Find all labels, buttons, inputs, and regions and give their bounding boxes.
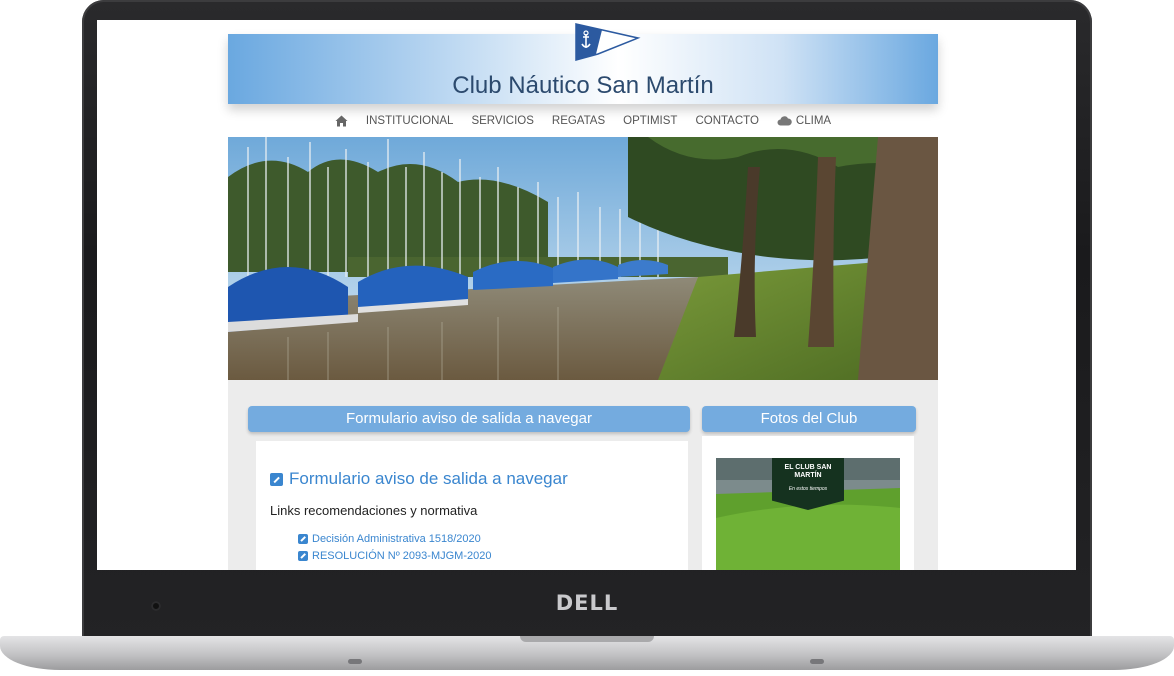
photo-banner-title: EL CLUB SAN MARTÍN bbox=[784, 464, 832, 479]
cloud-icon bbox=[777, 116, 792, 126]
laptop-hinge-notch bbox=[520, 636, 654, 642]
laptop-screen: Club Náutico San Martín INSTITUCIONAL SE… bbox=[97, 20, 1076, 570]
nav-clima[interactable]: CLIMA bbox=[777, 115, 831, 127]
links-title: Links recomendaciones y normativa bbox=[270, 503, 478, 518]
form-panel-header: Formulario aviso de salida a navegar bbox=[248, 406, 690, 432]
doc-link-resolucion-2093[interactable]: RESOLUCIÓN Nº 2093-MJGM-2020 bbox=[298, 550, 491, 562]
form-link-label: Formulario aviso de salida a navegar bbox=[289, 469, 568, 488]
nav-servicios[interactable]: SERVICIOS bbox=[471, 115, 533, 127]
external-link-icon bbox=[270, 472, 283, 486]
nav-optimist[interactable]: OPTIMIST bbox=[623, 115, 677, 127]
home-icon bbox=[335, 115, 348, 127]
nav-institucional[interactable]: INSTITUCIONAL bbox=[366, 115, 454, 127]
external-link-icon bbox=[298, 534, 308, 544]
nav-contacto[interactable]: CONTACTO bbox=[695, 115, 758, 127]
photos-panel-header: Fotos del Club bbox=[702, 406, 916, 432]
form-link[interactable]: Formulario aviso de salida a navegar bbox=[270, 469, 568, 489]
doc-link-decision-1518[interactable]: Decisión Administrativa 1518/2020 bbox=[298, 533, 481, 545]
dell-logo: DELL bbox=[555, 591, 619, 615]
nav-regatas[interactable]: REGATAS bbox=[552, 115, 605, 127]
webcam bbox=[151, 601, 161, 611]
laptop-foot bbox=[348, 659, 362, 664]
club-photo[interactable]: EL CLUB SAN MARTÍN En estos tiempos bbox=[716, 458, 900, 570]
photo-banner: EL CLUB SAN MARTÍN En estos tiempos bbox=[772, 458, 844, 510]
main-nav: INSTITUCIONAL SERVICIOS REGATAS OPTIMIST… bbox=[228, 112, 938, 130]
photos-panel: EL CLUB SAN MARTÍN En estos tiempos bbox=[702, 436, 914, 570]
laptop-foot bbox=[810, 659, 824, 664]
hero-image bbox=[228, 137, 938, 380]
external-link-icon bbox=[298, 551, 308, 561]
doc-link-label: Decisión Administrativa 1518/2020 bbox=[312, 533, 481, 545]
nav-clima-label: CLIMA bbox=[795, 115, 832, 127]
club-pennant-logo[interactable] bbox=[572, 20, 642, 66]
content-area: Formulario aviso de salida a navegar For… bbox=[228, 380, 938, 570]
site-header: Club Náutico San Martín bbox=[228, 23, 938, 104]
nav-home[interactable] bbox=[335, 115, 348, 127]
photo-banner-subtitle: En estos tiempos bbox=[788, 486, 828, 492]
site-title[interactable]: Club Náutico San Martín bbox=[228, 72, 938, 100]
form-panel: Formulario aviso de salida a navegar Lin… bbox=[256, 441, 688, 570]
doc-link-label: RESOLUCIÓN Nº 2093-MJGM-2020 bbox=[312, 550, 492, 562]
